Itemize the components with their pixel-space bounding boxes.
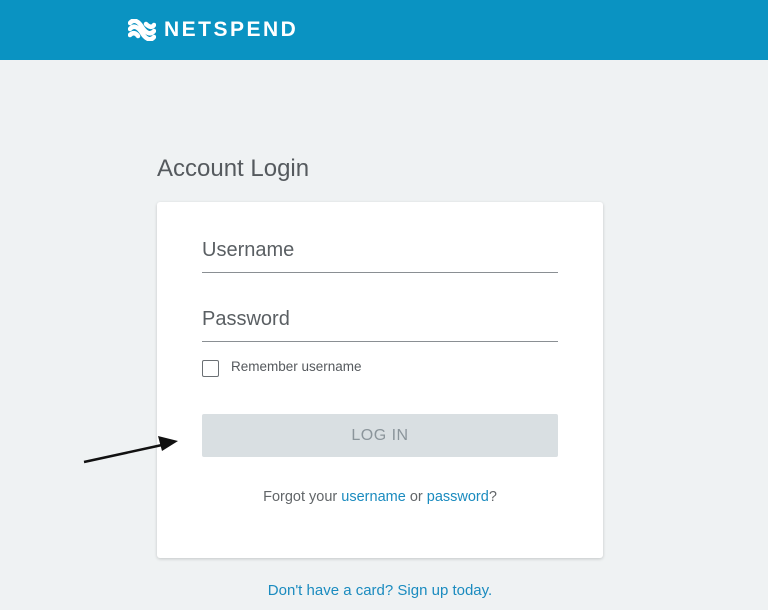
login-card: Remember username LOG IN Forgot your use… bbox=[157, 202, 603, 558]
arrow-right-icon bbox=[83, 436, 178, 464]
forgot-prefix: Forgot your bbox=[263, 489, 338, 505]
signup-link[interactable]: Don't have a card? Sign up today. bbox=[268, 582, 492, 599]
page-title: Account Login bbox=[157, 155, 310, 182]
username-input[interactable] bbox=[202, 232, 558, 273]
netspend-logo-icon bbox=[128, 19, 156, 41]
top-header: NETSPEND bbox=[0, 0, 768, 60]
login-button[interactable]: LOG IN bbox=[202, 414, 558, 457]
netspend-logo[interactable]: NETSPEND bbox=[128, 17, 298, 43]
forgot-or: or bbox=[409, 489, 423, 505]
password-input[interactable] bbox=[202, 301, 558, 342]
forgot-username-link[interactable]: username bbox=[341, 489, 405, 505]
remember-username-row[interactable]: Remember username bbox=[202, 359, 362, 377]
forgot-suffix: ? bbox=[488, 489, 497, 505]
signup-row: Don't have a card? Sign up today. bbox=[0, 582, 760, 599]
forgot-credentials-text: Forgot your username or password? bbox=[157, 489, 603, 505]
brand-name: NETSPEND bbox=[164, 18, 299, 41]
forgot-password-link[interactable]: password bbox=[427, 489, 489, 505]
remember-username-checkbox[interactable] bbox=[202, 360, 219, 377]
remember-username-label[interactable]: Remember username bbox=[231, 359, 362, 374]
